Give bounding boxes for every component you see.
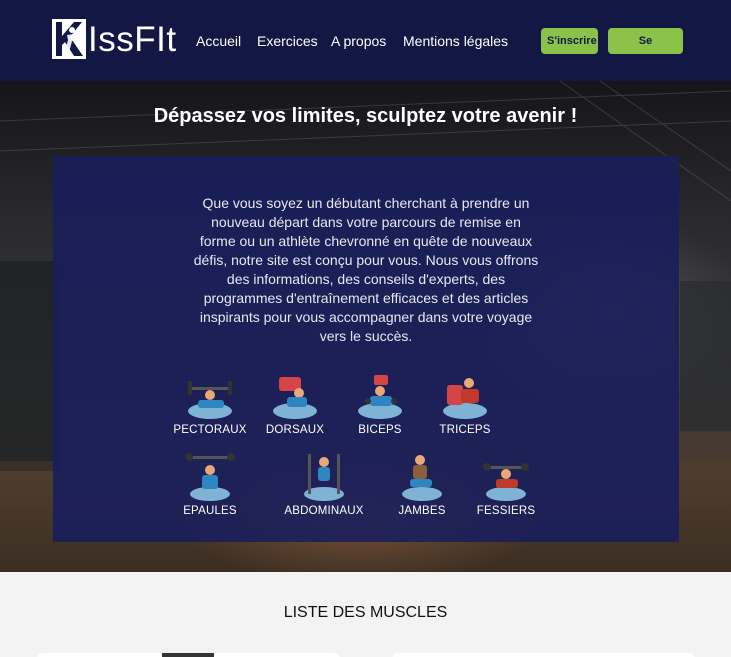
- nav-mentions-legales[interactable]: Mentions légales: [403, 32, 508, 50]
- muscle-list-card[interactable]: [392, 653, 695, 657]
- brand-name: IssFIt: [88, 20, 177, 59]
- triceps-extension-icon: [443, 378, 487, 419]
- hero-section: Dépassez vos limites, sculptez votre ave…: [0, 81, 731, 572]
- muscle-list-card-image: [162, 653, 214, 657]
- nav-accueil[interactable]: Accueil: [196, 32, 241, 50]
- muscle-label: EPAULES: [183, 505, 237, 517]
- nav-a-propos[interactable]: A propos: [331, 32, 386, 50]
- muscle-card-jambes[interactable]: JAMBES: [380, 452, 464, 517]
- muscle-label: BICEPS: [358, 424, 402, 436]
- rowing-machine-icon: [273, 377, 317, 419]
- squat-icon: [402, 455, 442, 501]
- intro-text: Que vous soyez un débutant cherchant à p…: [193, 195, 539, 344]
- site-logo[interactable]: IssFIt: [52, 19, 176, 59]
- nav-exercices[interactable]: Exercices: [257, 32, 318, 50]
- intro-panel: Que vous soyez un débutant cherchant à p…: [53, 156, 679, 542]
- muscle-card-pectoraux[interactable]: PECTORAUX: [168, 371, 252, 436]
- hip-thrust-icon: [483, 463, 529, 501]
- shoulder-press-icon: [185, 453, 235, 501]
- muscle-label: TRICEPS: [439, 424, 491, 436]
- muscle-list-section: LISTE DES MUSCLES: [0, 572, 731, 657]
- muscle-card-dorsaux[interactable]: DORSAUX: [253, 371, 337, 436]
- muscle-card-epaules[interactable]: EPAULES: [168, 452, 252, 517]
- muscle-label: FESSIERS: [476, 505, 536, 517]
- signup-button[interactable]: S'inscrire: [541, 28, 598, 54]
- leg-raise-station-icon: [304, 454, 344, 501]
- runner-logo-icon: [52, 19, 86, 59]
- section-title: LISTE DES MUSCLES: [283, 604, 448, 621]
- hero-title: Dépassez vos limites, sculptez votre ave…: [153, 105, 578, 127]
- muscle-label: JAMBES: [398, 505, 446, 517]
- muscle-card-triceps[interactable]: TRICEPS: [423, 371, 507, 436]
- biceps-curl-icon: [358, 375, 402, 419]
- bench-press-icon: [188, 381, 232, 419]
- muscle-card-biceps[interactable]: BICEPS: [338, 371, 422, 436]
- muscle-label: DORSAUX: [265, 424, 325, 436]
- muscle-card-fessiers[interactable]: FESSIERS: [464, 452, 548, 517]
- site-header: IssFIt Accueil Exercices A propos Mentio…: [0, 0, 731, 81]
- muscle-label: PECTORAUX: [173, 424, 247, 436]
- muscle-label: ABDOMINAUX: [284, 505, 364, 517]
- login-button[interactable]: Se connecter: [608, 28, 683, 73]
- muscle-card-abdominaux[interactable]: ABDOMINAUX: [282, 452, 366, 517]
